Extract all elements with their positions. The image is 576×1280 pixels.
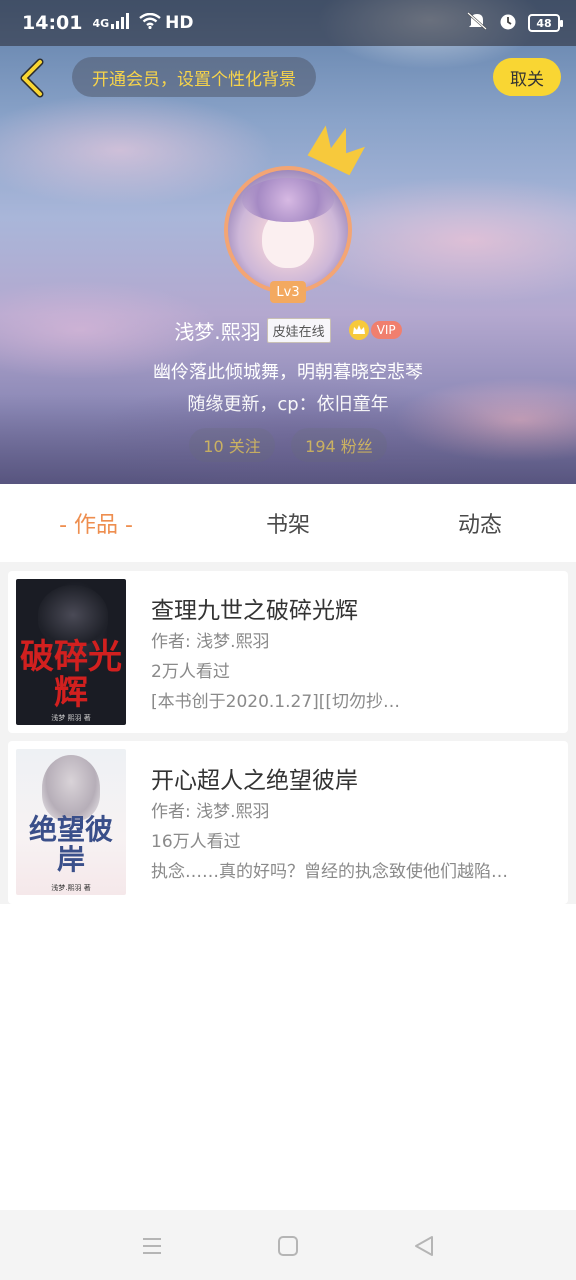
- vip-background-banner[interactable]: 开通会员，设置个性化背景: [72, 57, 316, 97]
- bio-line-1: 幽伶落此倾城舞，明朝暮晓空悲琴: [153, 362, 423, 383]
- wifi-icon: [139, 12, 161, 34]
- status-time: 14:01: [22, 12, 83, 34]
- vip-tag[interactable]: VIP: [348, 320, 402, 340]
- back-triangle-icon[interactable]: [412, 1234, 436, 1258]
- follow-count-button[interactable]: 10 关注: [189, 428, 275, 462]
- book-views: 2万人看过: [151, 662, 230, 682]
- book-views: 16万人看过: [151, 832, 241, 852]
- cover-title: 破碎光辉: [20, 637, 122, 713]
- tab-bookshelf[interactable]: 书架: [192, 484, 384, 562]
- book-title: 查理九世之破碎光辉: [151, 598, 358, 624]
- book-author: 作者: 浅梦.熙羽: [151, 802, 270, 822]
- cover-figure: [38, 585, 108, 645]
- user-name: 浅梦.熙羽: [174, 319, 261, 344]
- home-icon[interactable]: [276, 1234, 300, 1258]
- system-nav-bar: [0, 1210, 576, 1280]
- mute-icon: [466, 11, 488, 36]
- book-card[interactable]: 破碎光辉 浅梦 熙羽 著 查理九世之破碎光辉 作者: 浅梦.熙羽 2万人看过 […: [8, 571, 568, 733]
- avatar[interactable]: [224, 166, 352, 294]
- book-author: 作者: 浅梦.熙羽: [151, 632, 270, 652]
- profile-tabs: - 作品 - 书架 动态: [0, 484, 576, 562]
- avatar-image: [224, 166, 352, 294]
- tab-activity[interactable]: 动态: [384, 484, 576, 562]
- cover-author: 浅梦 熙羽 著: [51, 714, 91, 722]
- tab-works[interactable]: - 作品 -: [0, 484, 192, 562]
- status-bar: 14:01 4G HD 48: [0, 0, 576, 46]
- cover-author: 浅梦.熙羽 著: [51, 884, 91, 892]
- name-row: 浅梦.熙羽 皮娃在线 VIP: [0, 312, 576, 348]
- back-button[interactable]: [12, 56, 52, 100]
- vip-crown-icon: [348, 320, 369, 340]
- menu-icon[interactable]: [140, 1234, 164, 1258]
- cover-figure: [42, 755, 100, 821]
- cover-title: 绝望彼岸: [28, 813, 113, 876]
- vip-label: VIP: [370, 321, 402, 339]
- profile-header: 14:01 4G HD 48 开通会员，设置个性化背景 取关 Lv3 浅梦.熙羽…: [0, 0, 576, 484]
- bio-line-2: 随缘更新，cp：依旧童年: [187, 394, 389, 415]
- pet-online-badge[interactable]: 皮娃在线: [266, 317, 331, 343]
- book-description: [本书创于2020.1.27][[切勿抄…: [151, 692, 401, 712]
- alarm-icon: [498, 11, 518, 36]
- status-right-group: 48: [466, 11, 563, 36]
- fans-count-button[interactable]: 194 粉丝: [291, 428, 387, 462]
- book-cover: 绝望彼岸 浅梦.熙羽 著: [16, 749, 126, 895]
- battery-indicator: 48: [528, 14, 563, 32]
- network-label: 4G: [92, 16, 110, 30]
- book-card[interactable]: 绝望彼岸 浅梦.熙羽 著 开心超人之绝望彼岸 作者: 浅梦.熙羽 16万人看过 …: [8, 741, 568, 904]
- book-cover: 破碎光辉 浅梦 熙羽 著: [16, 579, 126, 725]
- book-description: 执念……真的好吗？曾经的执念致使他们越陷…: [151, 862, 508, 882]
- chevron-left-icon: [20, 58, 44, 98]
- unfollow-button[interactable]: 取关: [493, 58, 561, 96]
- hd-label: HD: [165, 13, 194, 33]
- signal-icon: [111, 12, 133, 34]
- book-title: 开心超人之绝望彼岸: [151, 768, 358, 794]
- level-badge: Lv3: [270, 281, 306, 303]
- crown-icon: [307, 125, 366, 176]
